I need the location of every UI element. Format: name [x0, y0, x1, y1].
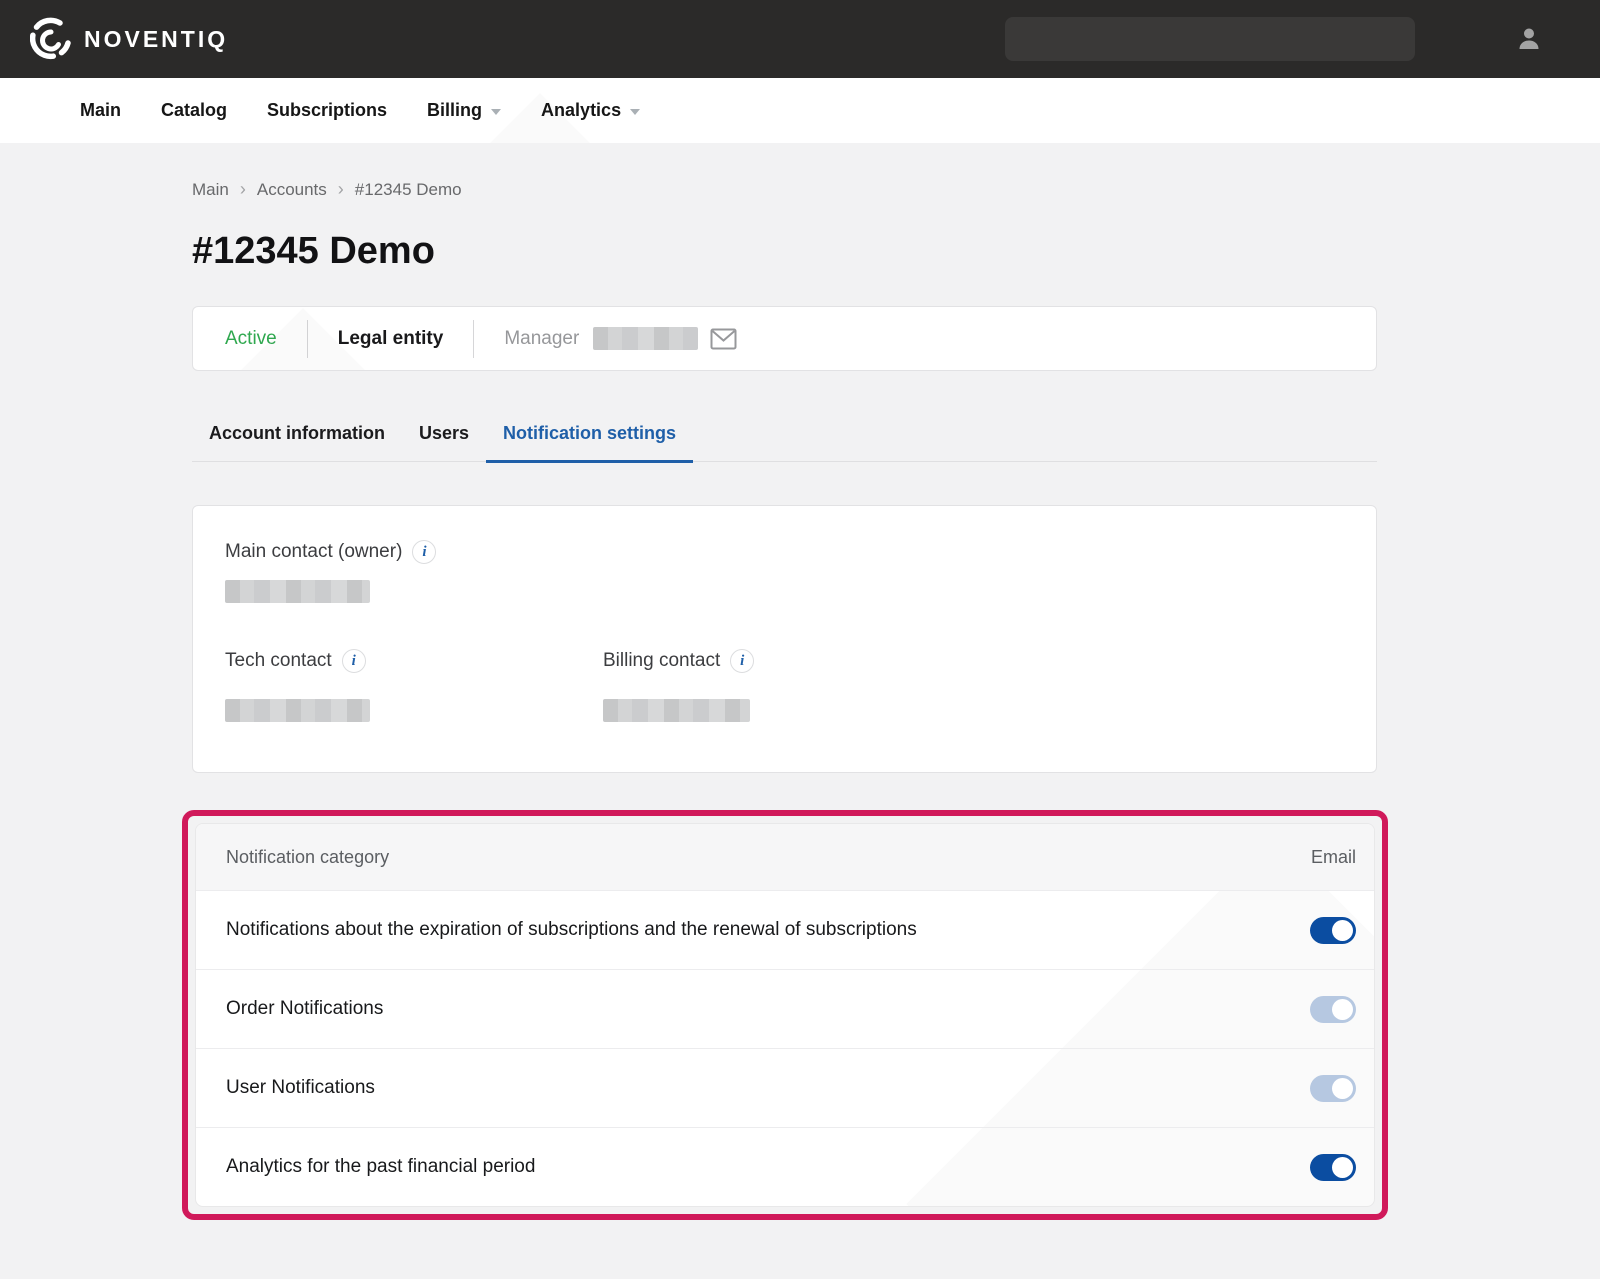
page-title: #12345 Demo	[192, 228, 1377, 274]
main-contact-label: Main contact (owner) i	[225, 540, 1344, 564]
tab-notification-settings[interactable]: Notification settings	[486, 415, 693, 463]
breadcrumb-separator: ›	[240, 179, 246, 200]
tab-users[interactable]: Users	[402, 415, 486, 463]
info-icon[interactable]: i	[342, 649, 366, 673]
brand-logo[interactable]: NOVENTIQ	[30, 17, 228, 61]
table-header-row: Notification category Email	[196, 824, 1374, 890]
account-status-card: Active Legal entity Manager	[192, 306, 1377, 371]
nav-item-billing[interactable]: Billing	[427, 100, 501, 121]
divider	[473, 320, 474, 358]
toggle-knob	[1332, 920, 1353, 941]
redacted-manager-name	[593, 327, 698, 350]
notification-settings-table: Notification category Email Notification…	[195, 823, 1375, 1207]
redacted-main-contact	[225, 580, 370, 603]
toggle-knob	[1332, 1078, 1353, 1099]
breadcrumb-accounts[interactable]: Accounts	[257, 180, 327, 200]
toggle-knob	[1332, 999, 1353, 1020]
tab-account-information[interactable]: Account information	[192, 415, 402, 463]
manager-label: Manager	[504, 328, 579, 350]
page-content: Main › Accounts › #12345 Demo #12345 Dem…	[0, 143, 1600, 1279]
column-header-email: Email	[1311, 847, 1356, 868]
email-toggle-expiration[interactable]	[1310, 917, 1356, 944]
tech-contact-label: Tech contact i	[225, 649, 603, 673]
info-icon[interactable]: i	[412, 540, 436, 564]
breadcrumb: Main › Accounts › #12345 Demo	[192, 143, 1377, 200]
divider	[307, 320, 308, 358]
nav-item-catalog[interactable]: Catalog	[161, 100, 227, 121]
nav-item-analytics[interactable]: Analytics	[541, 100, 640, 121]
email-toggle-users	[1310, 1075, 1356, 1102]
email-envelope-icon[interactable]	[710, 328, 737, 350]
nav-item-subscriptions[interactable]: Subscriptions	[267, 100, 387, 121]
breadcrumb-current: #12345 Demo	[355, 180, 462, 200]
redacted-billing-contact	[603, 699, 750, 722]
main-navigation: Main Catalog Subscriptions Billing Analy…	[0, 78, 1600, 143]
user-account-button[interactable]	[1512, 22, 1546, 56]
table-row: User Notifications	[196, 1048, 1374, 1127]
breadcrumb-main[interactable]: Main	[192, 180, 229, 200]
notification-row-label: Order Notifications	[226, 998, 383, 1020]
account-tabs: Account information Users Notification s…	[192, 415, 1377, 462]
toggle-knob	[1332, 1157, 1353, 1178]
table-row: Analytics for the past financial period	[196, 1127, 1374, 1206]
table-row: Order Notifications	[196, 969, 1374, 1048]
highlight-annotation: Notification category Email Notification…	[182, 810, 1388, 1220]
info-icon[interactable]: i	[730, 649, 754, 673]
person-icon	[1515, 25, 1543, 53]
status-badge: Active	[225, 328, 277, 350]
email-toggle-orders	[1310, 996, 1356, 1023]
entity-type-label: Legal entity	[338, 328, 444, 350]
contacts-card: Main contact (owner) i Tech contact i Bi…	[192, 505, 1377, 773]
breadcrumb-separator: ›	[338, 179, 344, 200]
chevron-down-icon	[630, 109, 640, 115]
nav-item-main[interactable]: Main	[80, 100, 121, 121]
table-row: Notifications about the expiration of su…	[196, 890, 1374, 969]
top-app-bar: NOVENTIQ	[0, 0, 1600, 78]
billing-contact-label: Billing contact i	[603, 649, 754, 673]
redacted-tech-contact	[225, 699, 370, 722]
chevron-down-icon	[491, 109, 501, 115]
email-toggle-analytics[interactable]	[1310, 1154, 1356, 1181]
column-header-category: Notification category	[226, 847, 389, 868]
notification-row-label: User Notifications	[226, 1077, 375, 1099]
notification-row-label: Notifications about the expiration of su…	[226, 919, 917, 941]
search-input[interactable]	[1005, 17, 1415, 61]
brand-name: NOVENTIQ	[84, 26, 228, 53]
noventiq-logo-icon	[30, 17, 74, 61]
notification-row-label: Analytics for the past financial period	[226, 1156, 535, 1178]
